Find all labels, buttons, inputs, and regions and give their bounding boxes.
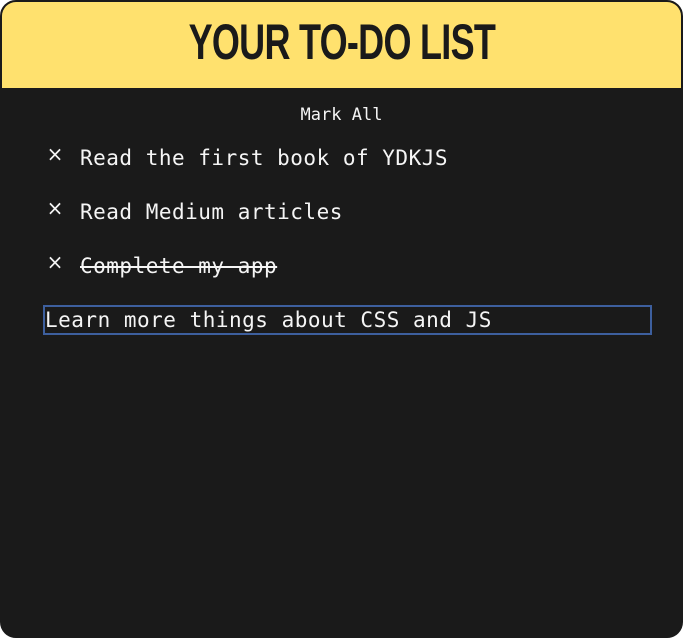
todo-item: × Read the first book of YDKJS: [44, 142, 448, 196]
todo-item: × Read Medium articles: [44, 196, 448, 250]
mark-all-container: Mark All: [2, 105, 681, 125]
todo-text[interactable]: Complete my app: [80, 250, 277, 282]
close-icon[interactable]: ×: [44, 142, 66, 166]
todo-text[interactable]: Read Medium articles: [80, 196, 343, 228]
header: YOUR TO-DO LIST: [2, 2, 681, 88]
close-icon[interactable]: ×: [44, 196, 66, 220]
todo-text[interactable]: Read the first book of YDKJS: [80, 142, 448, 174]
todo-list: × Read the first book of YDKJS × Read Me…: [44, 142, 448, 304]
new-todo-input[interactable]: [43, 305, 652, 335]
mark-all-button[interactable]: Mark All: [301, 105, 383, 125]
close-icon[interactable]: ×: [44, 250, 66, 274]
todo-item-completed: × Complete my app: [44, 250, 448, 304]
page-title: YOUR TO-DO LIST: [188, 14, 495, 70]
todo-app-card: YOUR TO-DO LIST Mark All × Read the firs…: [0, 0, 683, 638]
